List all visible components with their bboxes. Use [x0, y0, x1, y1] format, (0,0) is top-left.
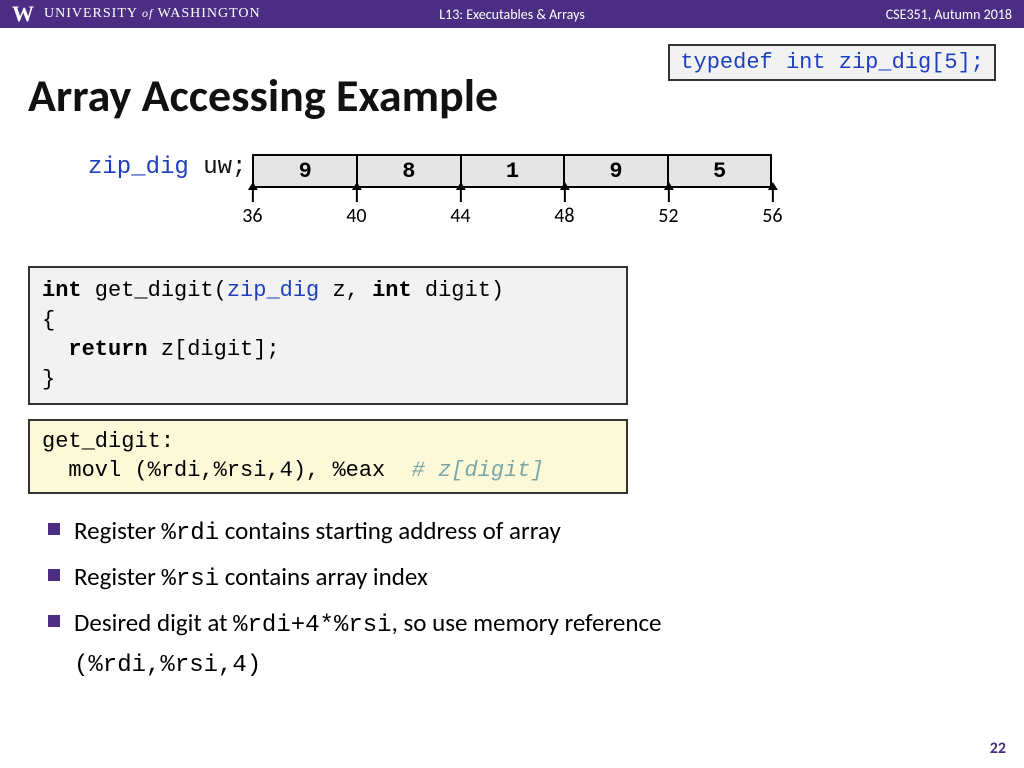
- address-label: 40: [346, 204, 366, 228]
- address-ticks: 36 40 44 48 52 56: [252, 188, 772, 232]
- header-bar: W UNIVERSITY of WASHINGTON L13: Executab…: [0, 0, 1024, 28]
- array-diagram: 9 8 1 9 5 36 40 44 48 52 56: [252, 154, 772, 232]
- typedef-box: typedef int zip_dig[5];: [668, 44, 996, 81]
- address-label: 48: [554, 204, 574, 228]
- array-declaration: zip_dig uw;: [58, 154, 246, 181]
- address-label: 36: [242, 204, 262, 228]
- array-cell: 9: [254, 156, 358, 186]
- array-cell: 1: [462, 156, 566, 186]
- address-label: 52: [658, 204, 678, 228]
- lecture-label: L13: Executables & Arrays: [439, 6, 585, 23]
- page-number: 22: [990, 739, 1006, 758]
- array-cells: 9 8 1 9 5: [252, 154, 772, 188]
- course-label: CSE351, Autumn 2018: [886, 6, 1012, 23]
- bullet-item: Desired digit at %rdi+4*%rsi, so use mem…: [48, 604, 1024, 684]
- university-name: UNIVERSITY of WASHINGTON: [44, 6, 261, 22]
- bullet-item: Register %rdi contains starting address …: [48, 512, 1024, 552]
- array-cell: 5: [669, 156, 771, 186]
- array-declaration-row: zip_dig uw; 9 8 1 9 5 36 40 44 48 52 56: [28, 154, 996, 232]
- bullet-list: Register %rdi contains starting address …: [48, 512, 1024, 684]
- uw-logo-letter: W: [12, 1, 34, 27]
- c-code-box: int get_digit(zip_dig z, int digit) { re…: [28, 266, 628, 405]
- array-cell: 8: [358, 156, 462, 186]
- address-label: 44: [450, 204, 470, 228]
- asm-code-box: get_digit: movl (%rdi,%rsi,4), %eax # z[…: [28, 419, 628, 494]
- address-label: 56: [762, 204, 782, 228]
- bullet-item: Register %rsi contains array index: [48, 558, 1024, 598]
- array-cell: 9: [565, 156, 669, 186]
